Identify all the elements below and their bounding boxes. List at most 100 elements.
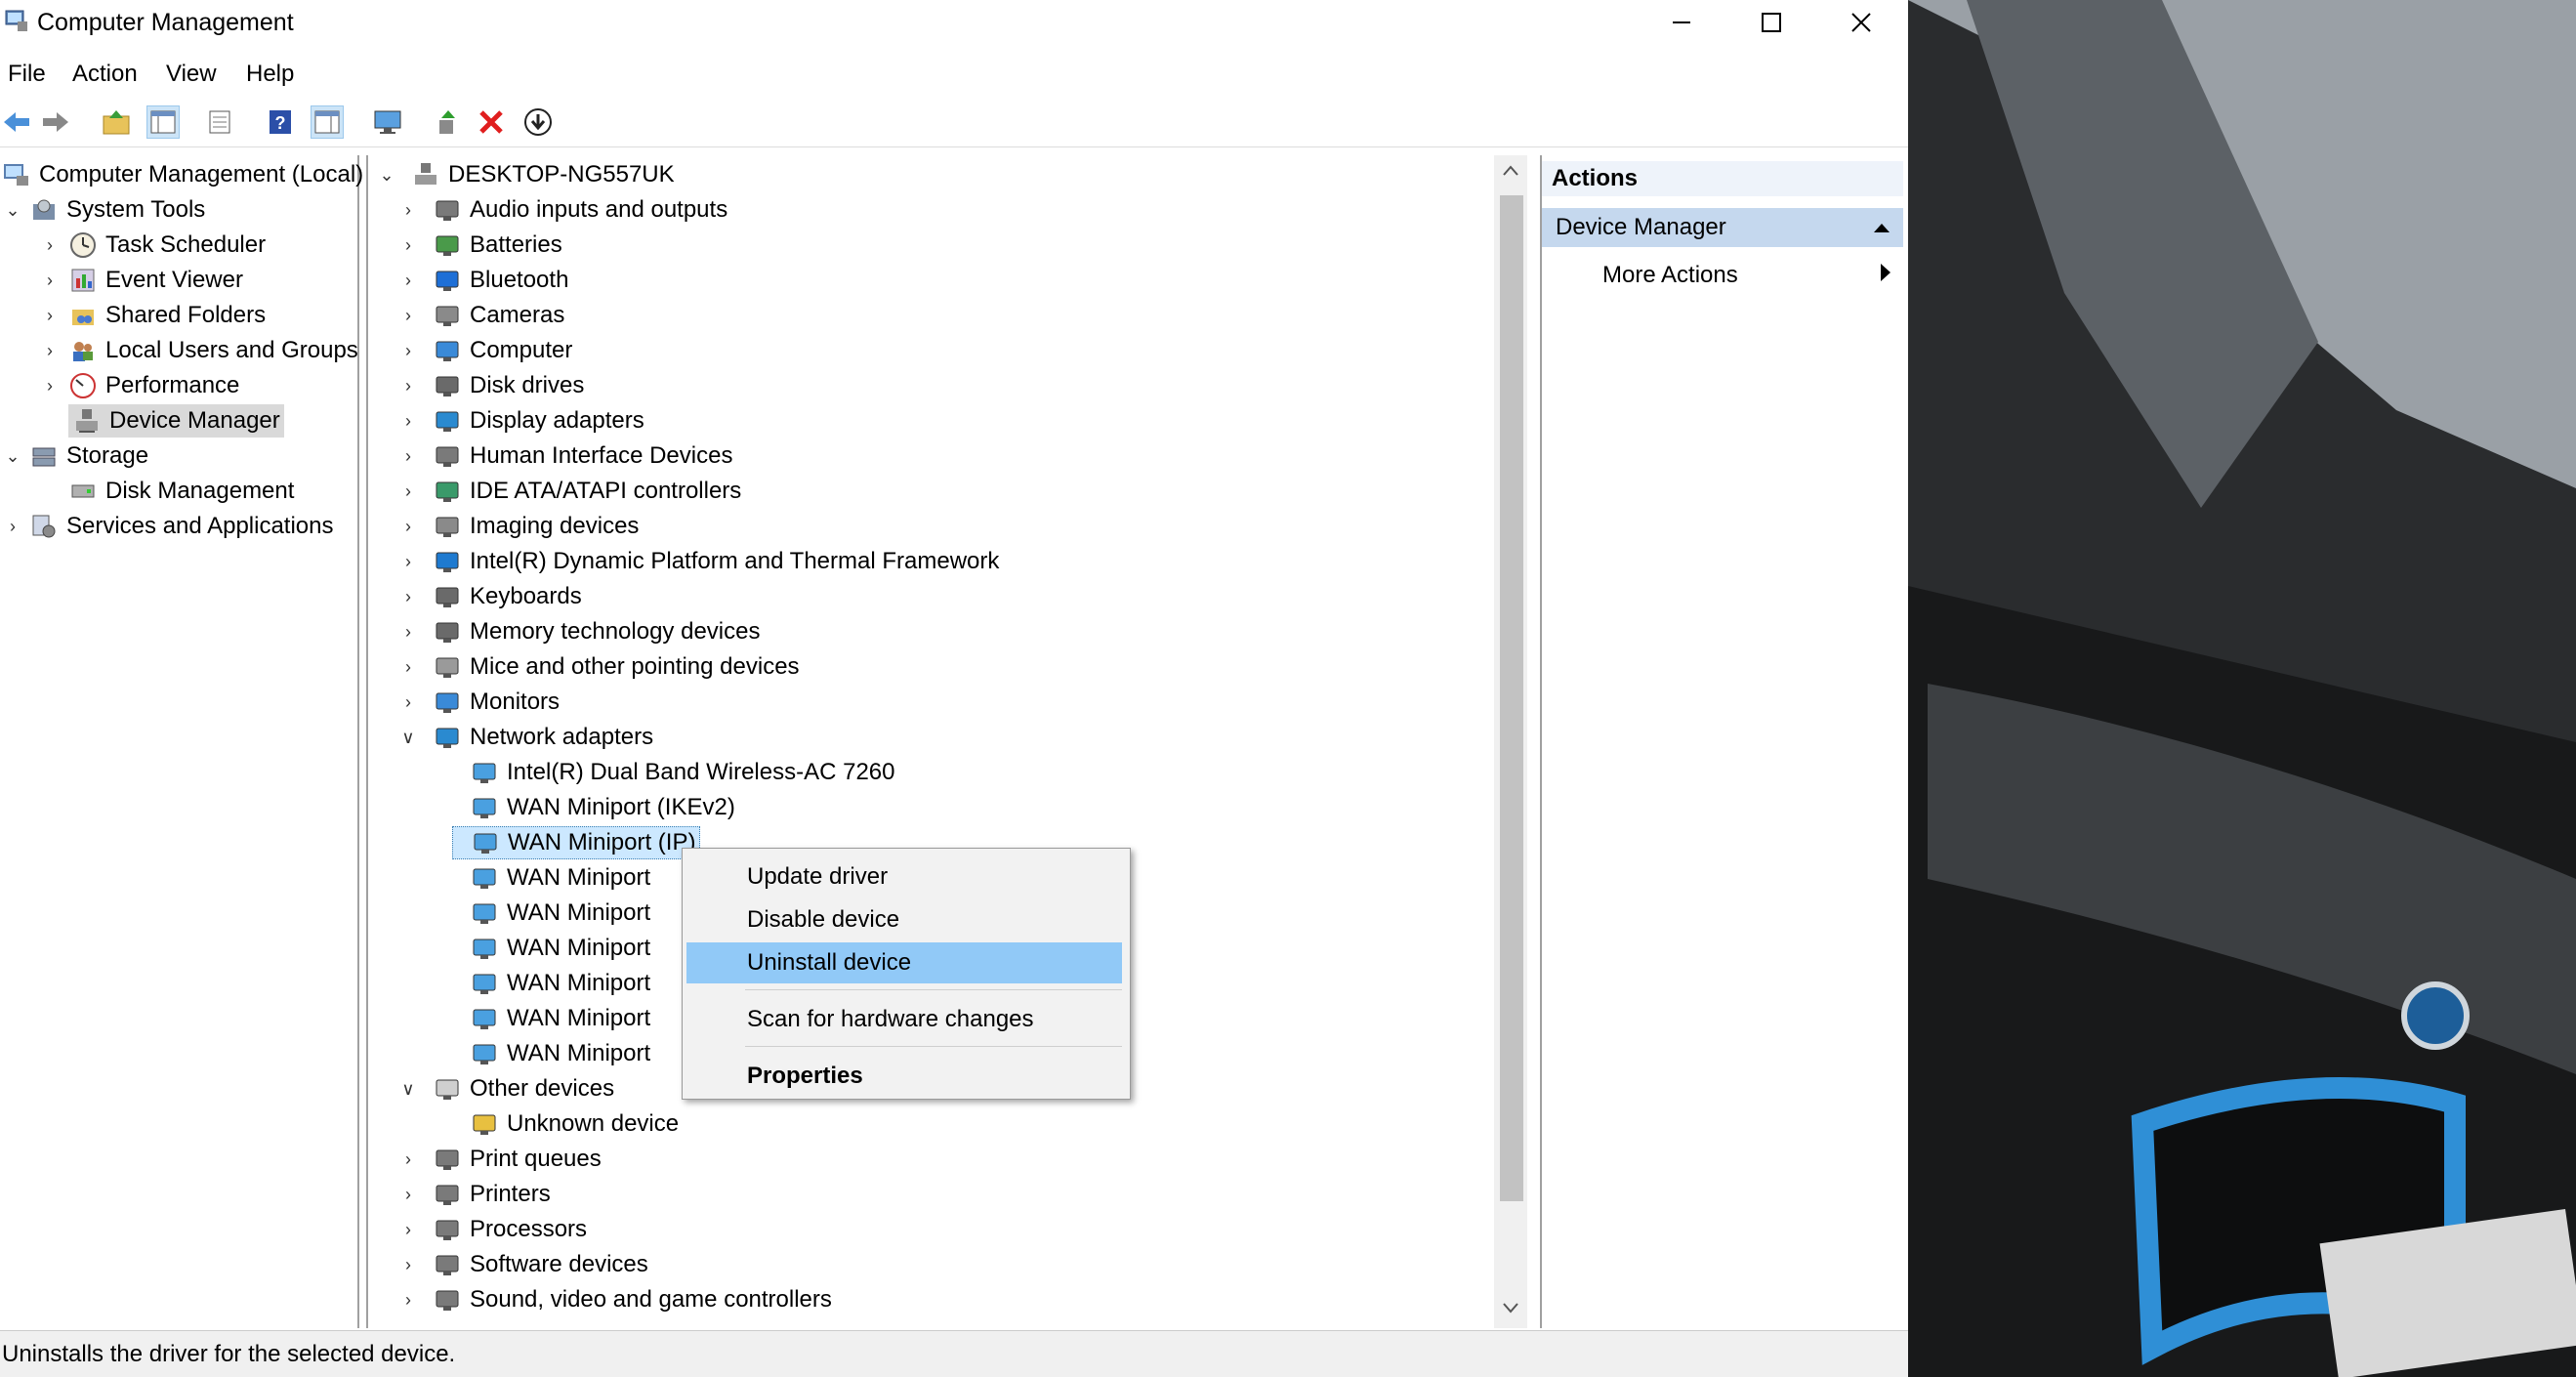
chevron-down-icon[interactable]: ⌄ (2, 445, 23, 467)
chevron-right-icon[interactable]: › (397, 480, 419, 502)
device-category[interactable]: › Human Interface Devices (397, 438, 732, 474)
chevron-right-icon[interactable]: › (397, 1289, 419, 1311)
collapse-up-icon[interactable] (1872, 221, 1891, 234)
chevron-down-icon[interactable]: ∨ (397, 1078, 419, 1100)
chevron-right-icon[interactable]: › (397, 656, 419, 678)
chevron-down-icon[interactable]: ⌄ (2, 199, 23, 221)
device-tree-root[interactable]: ⌄ DESKTOP-NG557UK (376, 157, 674, 192)
chevron-right-icon[interactable]: › (397, 199, 419, 221)
chevron-right-icon[interactable]: › (397, 410, 419, 432)
tree-item-system-tools[interactable]: ⌄ System Tools (2, 192, 205, 228)
update-driver-button[interactable] (432, 105, 465, 139)
device-category[interactable]: › Display adapters (397, 403, 644, 438)
chevron-right-icon[interactable]: › (397, 621, 419, 643)
chevron-down-icon[interactable]: ⌄ (376, 164, 397, 186)
device-category[interactable]: › Disk drives (397, 368, 584, 403)
device-category[interactable]: › Processors (397, 1212, 587, 1247)
chevron-right-icon[interactable]: › (39, 234, 61, 256)
forward-button[interactable] (39, 105, 72, 139)
device-category[interactable]: › Mice and other pointing devices (397, 649, 800, 685)
network-adapter-item[interactable]: Intel(R) Dual Band Wireless-AC 7260 (435, 755, 895, 790)
chevron-right-icon[interactable]: › (397, 270, 419, 291)
chevron-right-icon[interactable]: › (397, 691, 419, 713)
tree-item-local-users-groups[interactable]: › Local Users and Groups (39, 333, 358, 368)
device-category[interactable]: › Print queues (397, 1142, 602, 1177)
chevron-right-icon[interactable]: › (397, 1254, 419, 1275)
ctx-update-driver[interactable]: Update driver (686, 856, 1122, 897)
device-category[interactable]: › Audio inputs and outputs (397, 192, 727, 228)
chevron-right-icon[interactable]: › (397, 305, 419, 326)
ctx-disable-device[interactable]: Disable device (686, 899, 1122, 940)
device-category[interactable]: › Computer (397, 333, 572, 368)
device-category[interactable]: ∨ Network adapters (397, 720, 653, 755)
ctx-scan-hardware[interactable]: Scan for hardware changes (686, 999, 1122, 1040)
device-category[interactable]: › IDE ATA/ATAPI controllers (397, 474, 741, 509)
properties-button[interactable] (203, 105, 236, 139)
device-category[interactable]: › Intel(R) Dynamic Platform and Thermal F… (397, 544, 999, 579)
chevron-right-icon[interactable]: › (397, 1148, 419, 1170)
network-adapter-item[interactable]: WAN Miniport (435, 860, 650, 896)
device-category[interactable]: › Batteries (397, 228, 562, 263)
chevron-right-icon[interactable]: › (397, 1219, 419, 1240)
device-category[interactable]: › Imaging devices (397, 509, 639, 544)
network-adapter-item[interactable]: WAN Miniport (435, 896, 650, 931)
menu-file[interactable]: File (8, 61, 46, 88)
tree-item-storage[interactable]: ⌄ Storage (2, 438, 148, 474)
chevron-right-icon[interactable]: › (39, 270, 61, 291)
tree-root[interactable]: Computer Management (Local) (2, 157, 363, 192)
close-button[interactable] (1816, 0, 1906, 45)
chevron-right-icon[interactable]: › (2, 516, 23, 537)
up-level-button[interactable] (100, 105, 133, 139)
chevron-right-icon[interactable]: › (397, 516, 419, 537)
actions-device-manager-section[interactable]: Device Manager (1542, 208, 1903, 247)
device-category[interactable]: › Sound, video and game controllers (397, 1282, 832, 1317)
chevron-right-icon[interactable]: › (397, 375, 419, 396)
minimize-button[interactable] (1637, 0, 1726, 45)
device-category[interactable]: › Keyboards (397, 579, 582, 614)
more-actions-item[interactable]: More Actions (1602, 258, 1738, 293)
help-button[interactable]: ? (264, 105, 297, 139)
menu-action[interactable]: Action (72, 61, 138, 88)
menu-view[interactable]: View (166, 61, 217, 88)
tree-item-task-scheduler[interactable]: › Task Scheduler (39, 228, 266, 263)
network-adapter-item[interactable]: WAN Miniport (435, 966, 650, 1001)
device-category[interactable]: › Bluetooth (397, 263, 568, 298)
chevron-right-icon[interactable]: › (39, 375, 61, 396)
tree-item-performance[interactable]: › Performance (39, 368, 239, 403)
tree-item-device-manager[interactable]: Device Manager (39, 403, 284, 438)
device-category[interactable]: › Software devices (397, 1247, 648, 1282)
device-category[interactable]: ∨ Other devices (397, 1071, 614, 1106)
tree-item-disk-management[interactable]: Disk Management (39, 474, 294, 509)
menu-help[interactable]: Help (246, 61, 294, 88)
uninstall-device-button[interactable] (475, 105, 508, 139)
chevron-right-icon[interactable]: › (39, 340, 61, 361)
back-button[interactable] (0, 105, 33, 139)
network-adapter-item[interactable]: WAN Miniport (435, 931, 650, 966)
scroll-down-icon[interactable] (1494, 1294, 1527, 1323)
show-hide-console-tree-button[interactable] (146, 105, 180, 139)
ctx-uninstall-device[interactable]: Uninstall device (686, 942, 1122, 983)
tree-item-shared-folders[interactable]: › Shared Folders (39, 298, 266, 333)
tree-item-event-viewer[interactable]: › Event Viewer (39, 263, 243, 298)
device-category[interactable]: › Cameras (397, 298, 564, 333)
chevron-right-icon[interactable]: › (39, 305, 61, 326)
network-adapter-item[interactable]: WAN Miniport (435, 1001, 650, 1036)
disable-device-button[interactable] (521, 105, 555, 139)
scan-hardware-button[interactable] (371, 105, 404, 139)
chevron-right-icon[interactable]: › (397, 234, 419, 256)
chevron-right-icon[interactable]: › (397, 445, 419, 467)
scroll-up-icon[interactable] (1494, 155, 1527, 185)
chevron-right-icon[interactable]: › (397, 551, 419, 572)
tree-item-services-apps[interactable]: › Services and Applications (2, 509, 334, 544)
chevron-right-icon[interactable]: › (397, 340, 419, 361)
chevron-right-icon[interactable]: › (397, 586, 419, 607)
unknown-device-item[interactable]: Unknown device (435, 1106, 679, 1142)
network-adapter-item[interactable]: WAN Miniport (IKEv2) (435, 790, 735, 825)
network-adapter-item[interactable]: WAN Miniport (IP) (435, 825, 701, 860)
scroll-thumb[interactable] (1500, 195, 1523, 1201)
ctx-properties[interactable]: Properties (686, 1056, 1122, 1097)
network-adapter-item[interactable]: WAN Miniport (435, 1036, 650, 1071)
maximize-button[interactable] (1726, 0, 1816, 45)
chevron-right-icon[interactable]: › (397, 1184, 419, 1205)
device-category[interactable]: › Memory technology devices (397, 614, 760, 649)
